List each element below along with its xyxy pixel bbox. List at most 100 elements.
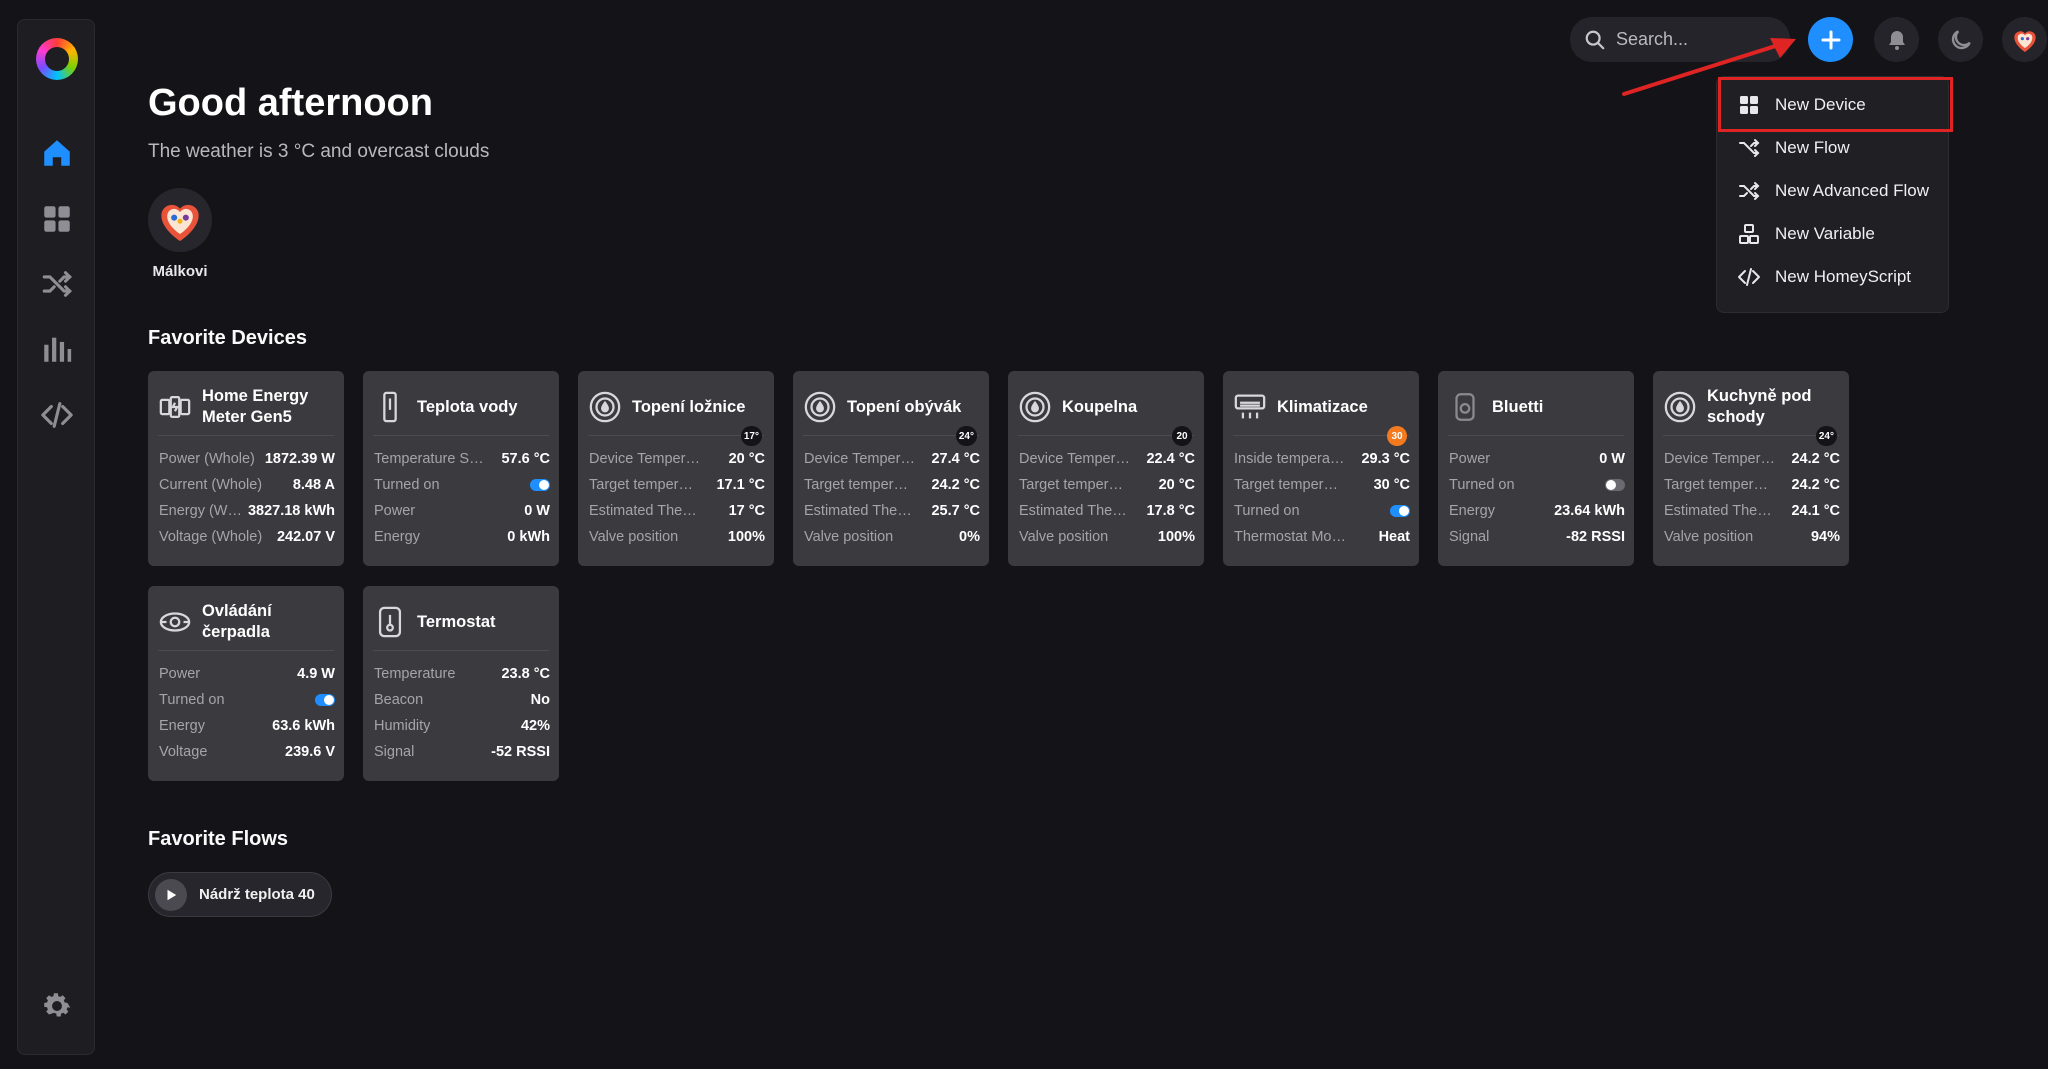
onoff-toggle[interactable] [1390, 505, 1410, 517]
capability-value: 23.8 °C [501, 666, 550, 682]
onoff-toggle[interactable] [530, 479, 550, 491]
device-card-header: Koupelna [1018, 381, 1194, 433]
device-card-header: Topení obývák [803, 381, 979, 433]
device-card[interactable]: Home Energy Meter Gen5 Power (Whole) 1872.… [148, 371, 344, 566]
divider [1018, 435, 1194, 436]
capability-value: 24.2 °C [1791, 451, 1840, 467]
target-temperature-badge: 20 [1172, 426, 1192, 446]
capability-row: Valve position 100% [589, 524, 765, 550]
device-capabilities: Temperature Sensor 57.6 °C Turned on Power 0… [374, 446, 550, 550]
capability-row: Device Temperature 22.4 °C [1019, 446, 1195, 472]
capability-label: Valve position [1664, 529, 1754, 545]
device-capabilities: Power 4.9 W Turned on Energy 63.6 kWh Voltage… [159, 661, 335, 765]
capability-label: Energy [374, 529, 420, 545]
device-name: Topení ložnice [632, 397, 746, 416]
onoff-toggle[interactable] [315, 694, 335, 706]
capability-label: Beacon [374, 692, 424, 708]
capability-label: Device Temperature [1019, 451, 1131, 467]
capability-row: Target temperature 20 °C [1019, 472, 1195, 498]
capability-label: Energy [159, 718, 205, 734]
device-card[interactable]: Bluetti Power 0 W Turned on Energy 23.64 kWh S… [1438, 371, 1634, 566]
capability-label: Current (Whole) [159, 477, 263, 493]
menu-item-new-advanced-flow[interactable]: New Advanced Flow [1717, 170, 1950, 212]
flows-icon[interactable] [36, 263, 78, 305]
device-name: Ovládání čerpadla [202, 602, 272, 641]
capability-row: Device Temperature 20 °C [589, 446, 765, 472]
capability-row: Valve position 94% [1664, 524, 1840, 550]
devices-grid-icon[interactable] [36, 198, 78, 240]
insights-icon[interactable] [36, 328, 78, 370]
menu-item-new-variable[interactable]: New Variable [1717, 213, 1950, 255]
divider [158, 650, 334, 651]
device-card[interactable]: Topení obývák 24° Device Temperature 27.4 °… [793, 371, 989, 566]
capability-row: Signal -52 RSSI [374, 739, 550, 765]
device-card[interactable]: Termostat Temperature 23.8 °C Beacon No Humid… [363, 586, 559, 781]
device-card[interactable]: Kuchyně pod schody24° Device Temperature 2… [1653, 371, 1849, 566]
capability-value: 29.3 °C [1361, 451, 1410, 467]
homey-logo-icon[interactable] [36, 38, 78, 80]
home-icon[interactable] [36, 132, 78, 174]
user-avatar[interactable] [148, 188, 212, 252]
device-name: Kuchyně pod schody [1707, 387, 1812, 426]
flow-pill[interactable]: Nádrž teplota 40 [148, 872, 332, 917]
device-capabilities: Device Temperature24.2 °CTarget temperat… [1664, 446, 1840, 550]
capability-row: Estimated Thermostat 25.7 °C [804, 498, 980, 524]
capability-row: Humidity 42% [374, 713, 550, 739]
capability-value: 42% [520, 718, 550, 734]
add-button[interactable] [1808, 17, 1853, 62]
user-name: Málkovi [152, 263, 208, 280]
notifications-button[interactable] [1874, 17, 1919, 62]
capability-row: Target temperature 24.2 °C [1664, 472, 1840, 498]
capability-row: Valve position 0% [804, 524, 980, 550]
device-card[interactable]: Ovládání čerpadla Power 4.9 W Turned on Ener… [148, 586, 344, 781]
device-capabilities: Device Temperature 22.4 °C Target temperat… [1019, 446, 1195, 550]
capability-label: Target temperature [589, 477, 701, 493]
capability-value: 239.6 V [285, 744, 335, 760]
capability-label: Device Temperature [589, 451, 701, 467]
device-name: Koupelna [1062, 397, 1138, 416]
capability-label: Target temperature [804, 477, 916, 493]
profile-avatar[interactable] [2002, 17, 2047, 62]
capability-label: Temperature Sensor [374, 451, 486, 467]
capability-label: Energy [1449, 503, 1495, 519]
dark-mode-button[interactable] [1938, 17, 1983, 62]
capability-value: 0 kWh [507, 529, 550, 545]
capability-row: Estimated Thermostat 24.1 °C [1664, 498, 1840, 524]
capability-row: Thermostat Mode Heat [1234, 524, 1410, 550]
play-icon[interactable] [155, 878, 187, 911]
capability-row: Temperature Sensor 57.6 °C [374, 446, 550, 472]
capability-label: Target temperature [1234, 477, 1346, 493]
highlight-box [1718, 77, 1953, 132]
capability-value: 24.1 °C [1791, 503, 1840, 519]
device-card-header: Termostat [373, 596, 549, 648]
capability-value: 24.2 °C [931, 477, 980, 493]
capability-row: Power 0 W [374, 498, 550, 524]
device-card[interactable]: Koupelna 20 Device Temperature 22.4 °C Targe… [1008, 371, 1204, 566]
capability-row: Target temperature 17.1 °C [589, 472, 765, 498]
capability-row: Turned on [159, 687, 335, 713]
divider [1448, 435, 1624, 436]
settings-gear-icon[interactable] [36, 985, 78, 1027]
capability-value: 57.6 °C [501, 451, 550, 467]
moon-icon [1951, 29, 1971, 49]
device-card-header: Ovládání čerpadla [158, 596, 334, 648]
device-card[interactable]: Teplota vody Temperature Sensor 57.6 °C Tur… [363, 371, 559, 566]
capability-value: 17.8 °C [1146, 503, 1195, 519]
divider [1663, 435, 1839, 436]
onoff-toggle[interactable] [1605, 479, 1625, 491]
capability-label: Turned on [159, 692, 225, 708]
device-card[interactable]: Topení ložnice 17° Device Temperature 20 °C… [578, 371, 774, 566]
menu-item-new-flow[interactable]: New Flow [1717, 127, 1950, 169]
capability-value: 23.64 kWh [1554, 503, 1625, 519]
divider [373, 435, 549, 436]
menu-item-new-homeyscript[interactable]: New HomeyScript [1717, 256, 1950, 298]
capability-label: Valve position [804, 529, 894, 545]
capability-row: Voltage (Whole) 242.07 V [159, 524, 335, 550]
code-icon[interactable] [36, 394, 78, 436]
device-card[interactable]: Klimatizace 30 Inside temperature 29.3 °C Ta… [1223, 371, 1419, 566]
capability-row: Estimated Thermostat 17.8 °C [1019, 498, 1195, 524]
capability-row: Target temperature 30 °C [1234, 472, 1410, 498]
capability-value: 3827.18 kWh [247, 503, 335, 519]
target-temperature-badge: 24° [955, 426, 977, 446]
capability-value: 30 °C [1373, 477, 1410, 493]
